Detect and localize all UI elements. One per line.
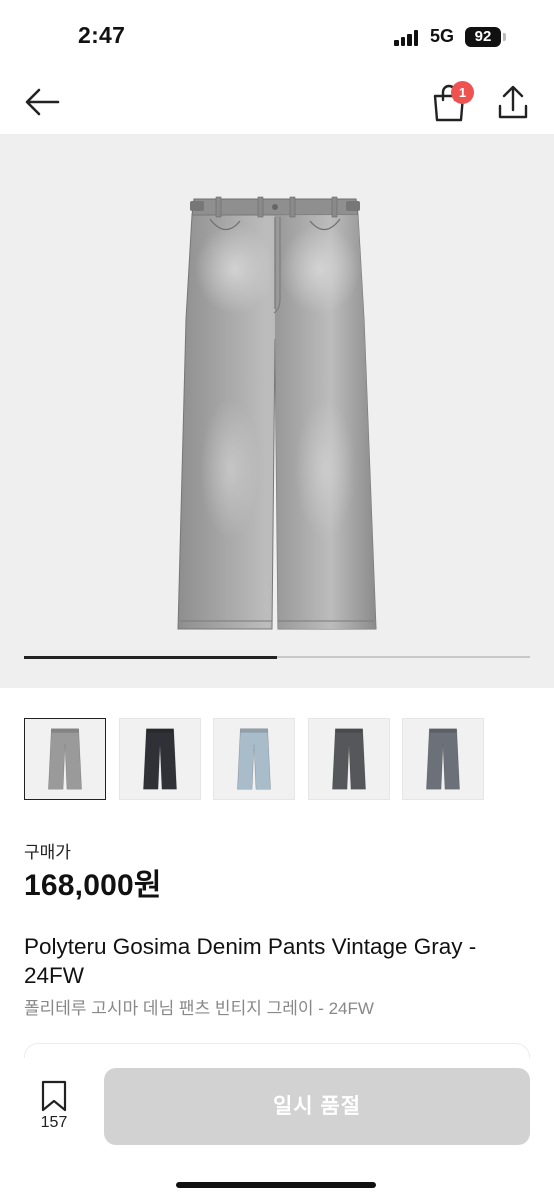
jeans-thumbnail-image [142,728,177,790]
light-blue-thumb[interactable] [213,718,295,800]
black-thumb[interactable] [118,718,201,800]
battery-icon: 92 [465,27,501,47]
price-value: 168,000원 [24,869,162,902]
share-icon [498,85,528,119]
bookmark-count: 157 [40,1114,68,1131]
network-label: 5G [430,26,455,46]
signal-icon [394,30,420,46]
back-arrow-icon [25,88,60,116]
image-progress-fill [24,655,277,659]
gray-wide-leg-jeans-image [177,196,377,630]
product-image-gallery[interactable] [0,134,554,688]
back-button[interactable] [22,84,62,120]
color-thumbnail-list [24,718,530,800]
top-nav-bar [0,70,554,134]
gray-blue-thumb[interactable] [402,718,484,800]
vintage-gray-thumb[interactable] [24,718,106,800]
jeans-thumbnail-image [426,728,460,790]
sold-out-button[interactable]: 일시 품절 [104,1068,530,1145]
status-time: 2:47 [78,22,126,48]
product-title: Polyteru Gosima Denim Pants Vintage Gray… [24,934,477,988]
charcoal-thumb[interactable] [307,718,390,800]
status-bar: 2:47 5G 92 [0,0,554,70]
home-indicator [176,1182,376,1188]
jeans-thumbnail-image [48,728,82,790]
cart-count-badge: 1 [451,81,474,104]
bookmark-icon [41,1080,67,1112]
bottom-action-bar: 157 일시 품절 [0,1058,554,1200]
bookmark-button[interactable]: 157 [26,1076,82,1134]
product-title-korean: 폴리테루 고시마 데님 팬츠 빈티지 그레이 - 24FW [24,999,374,1018]
share-button[interactable] [494,80,532,124]
battery-cap [503,33,506,41]
image-progress-track [24,655,530,659]
jeans-thumbnail-image [331,728,366,790]
jeans-thumbnail-image [237,728,271,790]
